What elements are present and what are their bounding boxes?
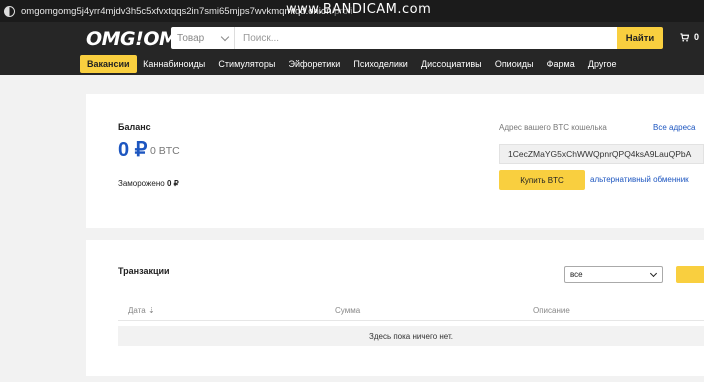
chevron-down-icon <box>649 269 658 277</box>
category-8[interactable]: Фарма <box>540 55 581 73</box>
balance-btc: 0 BTC <box>150 145 180 157</box>
balance-rub: 0 ₽ <box>118 139 148 161</box>
category-4[interactable]: Эйфоретики <box>282 55 347 73</box>
site-header: OMG!OMG! Товар Найти 0 <box>0 22 704 54</box>
all-addresses-link[interactable]: Все адреса <box>653 123 695 132</box>
frozen-label: Заморожено <box>118 179 165 188</box>
search-input[interactable] <box>235 27 617 49</box>
frozen-balance: Заморожено 0 ₽ <box>118 179 179 188</box>
balance-card: Баланс 0 ₽ 0 BTC Заморожено 0 ₽ Адрес ва… <box>86 94 704 228</box>
transactions-card: Транзакции все Дата ⇣ Сумма Описание Зде… <box>86 240 704 376</box>
category-2[interactable]: Каннабиноиды <box>137 55 212 73</box>
buy-btc-button[interactable]: Купить BTC <box>499 170 585 190</box>
column-amount: Сумма <box>335 306 361 315</box>
frozen-value: 0 ₽ <box>166 179 179 188</box>
cart-button[interactable]: 0 <box>680 32 699 42</box>
category-5[interactable]: Психоделики <box>347 55 415 73</box>
search-category-label: Товар <box>177 32 205 44</box>
category-7[interactable]: Опиоиды <box>488 55 540 73</box>
chevron-down-icon <box>220 32 230 41</box>
transactions-action-button[interactable] <box>676 266 704 283</box>
transactions-empty-state: Здесь пока ничего нет. <box>118 326 704 346</box>
table-divider <box>118 320 704 321</box>
cart-count: 0 <box>694 32 700 42</box>
category-6[interactable]: Диссоциативы <box>414 55 488 73</box>
column-description: Описание <box>533 306 570 315</box>
transactions-table-header: Дата ⇣ Сумма Описание <box>118 302 704 320</box>
recording-watermark: www.BANDICAM.com <box>286 2 432 17</box>
cart-icon <box>680 32 689 42</box>
wallet-address-label: Адрес вашего BTC кошелька <box>499 123 607 132</box>
category-3[interactable]: Стимуляторы <box>212 55 282 73</box>
transactions-filter-select[interactable]: все <box>564 266 663 283</box>
site-info-icon[interactable] <box>4 5 15 17</box>
category-9[interactable]: Другое <box>581 55 623 73</box>
balance-label: Баланс <box>118 122 151 132</box>
transactions-filter-value: все <box>570 270 583 279</box>
transactions-title: Транзакции <box>118 266 170 276</box>
wallet-address-field[interactable]: 1CecZMaYG5xChWWQpnrQPQ4ksA9LauQPbA <box>499 144 704 164</box>
alternative-exchanger-link[interactable]: альтернативный обменник <box>590 175 689 184</box>
search-category-select[interactable]: Товар <box>171 27 235 49</box>
category-nav: Вакансии Каннабиноиды Стимуляторы Эйфоретик… <box>0 54 704 75</box>
search-button[interactable]: Найти <box>617 27 663 49</box>
search-bar: Товар Найти <box>171 27 663 49</box>
category-1[interactable]: Вакансии <box>80 55 137 73</box>
column-date[interactable]: Дата ⇣ <box>128 306 155 315</box>
url-host: omgomgomg5j4yrr4mjdv3h5c5xfvxtqqs2in7smi… <box>21 5 332 17</box>
